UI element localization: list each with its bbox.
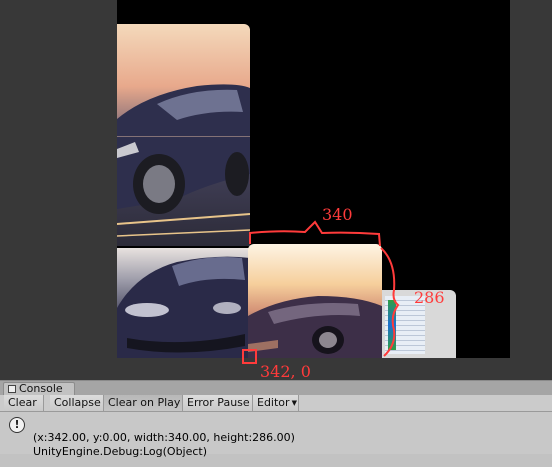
clear-button[interactable]: Clear bbox=[4, 395, 44, 411]
tab-console-label: Console bbox=[19, 382, 63, 395]
console-icon bbox=[8, 385, 16, 393]
tab-console[interactable]: Console bbox=[3, 382, 75, 395]
editor-dropdown-label: Editor bbox=[257, 396, 290, 409]
info-icon: ! bbox=[9, 417, 25, 433]
annotation-overlay bbox=[242, 220, 400, 364]
clear-on-play-button[interactable]: Clear on Play bbox=[104, 395, 183, 411]
console-panel: Console Clear Collapse Clear on Play Err… bbox=[0, 380, 552, 467]
origin-marker bbox=[242, 349, 257, 364]
collapse-button[interactable]: Collapse bbox=[50, 395, 104, 411]
annotation-height: 286 bbox=[414, 288, 445, 307]
chevron-down-icon: ▼ bbox=[291, 399, 297, 407]
log-message: (x:342.00, y:0.00, width:340.00, height:… bbox=[33, 431, 295, 444]
error-pause-button[interactable]: Error Pause bbox=[183, 395, 253, 411]
annotation-width: 340 bbox=[322, 205, 353, 224]
log-stacktrace: UnityEngine.Debug:Log(Object) bbox=[33, 445, 208, 458]
log-entry[interactable]: ! (x:342.00, y:0.00, width:340.00, heigh… bbox=[0, 412, 552, 458]
console-tab-bar: Console bbox=[0, 380, 552, 395]
console-toolbar: Clear Collapse Clear on Play Error Pause… bbox=[0, 395, 552, 412]
editor-dropdown[interactable]: Editor ▼ bbox=[253, 395, 299, 411]
annotation-origin: 342, 0 bbox=[260, 362, 311, 381]
